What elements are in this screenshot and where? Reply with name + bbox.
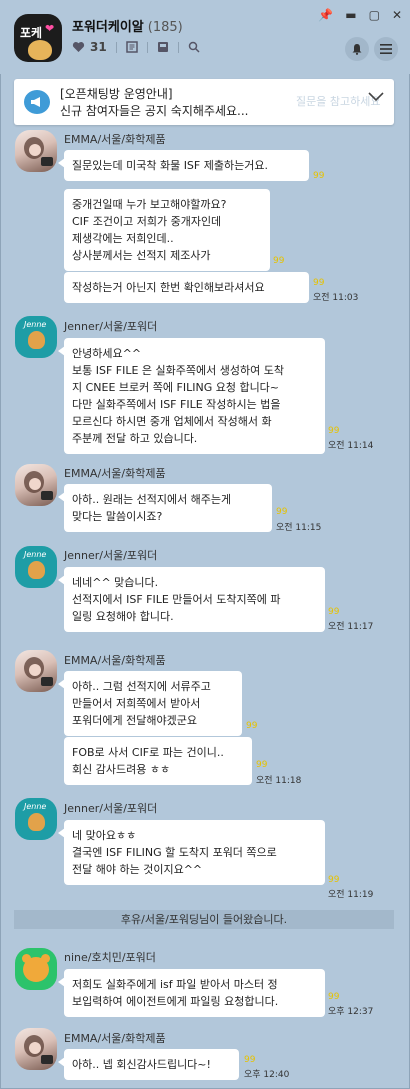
- timestamp: 오전 11:15: [276, 523, 322, 533]
- notice-board-button[interactable]: [125, 41, 138, 53]
- like-button[interactable]: 31: [72, 40, 107, 54]
- board-icon: [125, 41, 138, 53]
- menu-button[interactable]: [374, 37, 398, 61]
- sender-name: Jenner/서울/포워더: [64, 802, 158, 815]
- profile-badge-icon: [41, 677, 53, 686]
- sender-name: EMMA/서울/화학제품: [64, 1032, 166, 1045]
- message-bubble[interactable]: 네네^^ 맞습니다. 선적지에서 ISF FILE 만들어서 도착지쪽에 파 일…: [58, 567, 325, 632]
- unread-count: 99: [273, 256, 285, 266]
- header-toolbar: 31: [72, 40, 200, 54]
- sender-name: Jenner/서울/포워더: [64, 549, 158, 562]
- message-bubble[interactable]: 네 맞아요ㅎㅎ 결국엔 ISF FILING 할 도착지 포워더 쪽으로 전달 …: [58, 820, 325, 885]
- message-bubble[interactable]: 작성하는거 아닌지 한번 확인해보라셔서요: [64, 272, 309, 303]
- profile-avatar[interactable]: Jenne: [15, 316, 57, 358]
- notification-bell-button[interactable]: [345, 37, 369, 61]
- toolbar-divider: [146, 41, 148, 53]
- unread-count: 99: [328, 875, 340, 885]
- minimize-button[interactable]: ▬: [345, 8, 356, 22]
- unread-count: 99: [256, 760, 268, 770]
- timestamp: 오후 12:37: [328, 1007, 374, 1017]
- search-button[interactable]: [188, 41, 200, 53]
- timestamp: 오전 11:03: [313, 293, 359, 303]
- member-count: (185): [147, 20, 183, 35]
- profile-badge-icon: [41, 1055, 53, 1064]
- pin-icon[interactable]: 📌: [318, 8, 333, 22]
- profile-badge-icon: [41, 491, 53, 500]
- window-controls: 📌 ▬ ▢ ✕: [318, 8, 402, 22]
- heart-outline-icon: [72, 42, 85, 52]
- notice-banner[interactable]: [오픈채팅방 운영안내] 신규 참여자들은 공지 숙지해주세요... 질문을 참…: [14, 79, 394, 125]
- toolbar-divider: [177, 41, 179, 53]
- profile-avatar[interactable]: Jenne: [15, 798, 57, 840]
- search-icon: [188, 41, 200, 53]
- drawer-button[interactable]: [157, 41, 169, 53]
- room-avatar-text: 포케: [20, 26, 43, 40]
- timestamp: 오전 11:18: [256, 776, 302, 786]
- room-name: 포워더케이알: [72, 20, 144, 35]
- timestamp: 오후 12:40: [244, 1070, 290, 1080]
- heart-icon: ❤: [45, 22, 55, 35]
- message-bubble[interactable]: 아하.. 원래는 선적지에서 해주는게 맞다는 말씀이시죠?: [58, 484, 272, 532]
- sender-name: EMMA/서울/화학제품: [64, 133, 166, 146]
- timestamp: 오전 11:14: [328, 441, 374, 451]
- message-bubble[interactable]: 질문있는데 미국착 화물 ISF 제출하는거요.: [58, 150, 309, 181]
- unread-count: 99: [313, 171, 325, 181]
- chat-header: 포케 ❤ 포워더케이알 (185) 31 📌 ▬ ▢ ✕: [0, 0, 410, 74]
- message-bubble[interactable]: FOB로 사서 CIF로 파는 건이니.. 회신 감사드려용 ㅎㅎ: [64, 737, 252, 785]
- unread-count: 99: [313, 278, 325, 288]
- notice-text: 신규 참여자들은 공지 숙지해주세요...: [60, 104, 249, 118]
- profile-avatar[interactable]: [15, 948, 57, 990]
- unread-count: 99: [244, 1055, 256, 1065]
- profile-avatar[interactable]: [15, 130, 57, 172]
- timestamp: 오전 11:17: [328, 622, 374, 632]
- unread-count: 99: [328, 992, 340, 1002]
- timestamp: 오전 11:19: [328, 890, 374, 900]
- unread-count: 99: [246, 721, 258, 731]
- sender-name: EMMA/서울/화학제품: [64, 654, 166, 667]
- unread-count: 99: [328, 426, 340, 436]
- character-face-icon: [28, 40, 52, 60]
- sender-name: EMMA/서울/화학제품: [64, 467, 166, 480]
- unread-count: 99: [328, 607, 340, 617]
- sender-name: Jenner/서울/포워더: [64, 320, 158, 333]
- room-avatar[interactable]: 포케 ❤: [14, 14, 62, 62]
- system-message: 후유/서울/포워딩님이 들어왔습니다.: [14, 910, 394, 929]
- profile-avatar[interactable]: [15, 464, 57, 506]
- notice-title: [오픈채팅방 운영안내]: [60, 87, 173, 101]
- message-bubble[interactable]: 저희도 실화주에게 isf 파일 받아서 마스터 정 보입력하여 에이전트에게 …: [58, 969, 325, 1017]
- hamburger-menu-icon: [380, 44, 392, 54]
- drawer-icon: [157, 42, 168, 52]
- bell-icon: [352, 44, 362, 55]
- expand-notice-button[interactable]: [368, 91, 384, 105]
- chevron-down-icon: [368, 92, 384, 102]
- profile-badge-icon: [41, 157, 53, 166]
- message-bubble[interactable]: 아하.. 넵 회신감사드립니다~!: [58, 1049, 239, 1080]
- message-bubble[interactable]: 중개건일때 누가 보고해야할까요? CIF 조건이고 저희가 중개자인데 제생각…: [64, 189, 270, 271]
- toolbar-divider: [115, 41, 117, 53]
- megaphone-icon: [24, 90, 50, 114]
- message-bubble[interactable]: 아하.. 그럼 선적지에 서류주고 만들어서 저희쪽에서 받아서 포워더에게 전…: [58, 671, 242, 736]
- maximize-button[interactable]: ▢: [369, 8, 380, 22]
- profile-avatar[interactable]: [15, 650, 57, 692]
- message-bubble[interactable]: 안녕하세요^^ 보통 ISF FILE 은 실화주쪽에서 생성하여 도착 지 C…: [58, 338, 325, 454]
- profile-avatar[interactable]: Jenne: [15, 546, 57, 588]
- room-title: 포워더케이알 (185): [72, 16, 183, 35]
- like-count: 31: [90, 40, 107, 54]
- close-button[interactable]: ✕: [392, 8, 402, 22]
- profile-avatar[interactable]: [15, 1028, 57, 1070]
- sender-name: nine/호치민/포워더: [64, 951, 156, 964]
- unread-count: 99: [276, 507, 288, 517]
